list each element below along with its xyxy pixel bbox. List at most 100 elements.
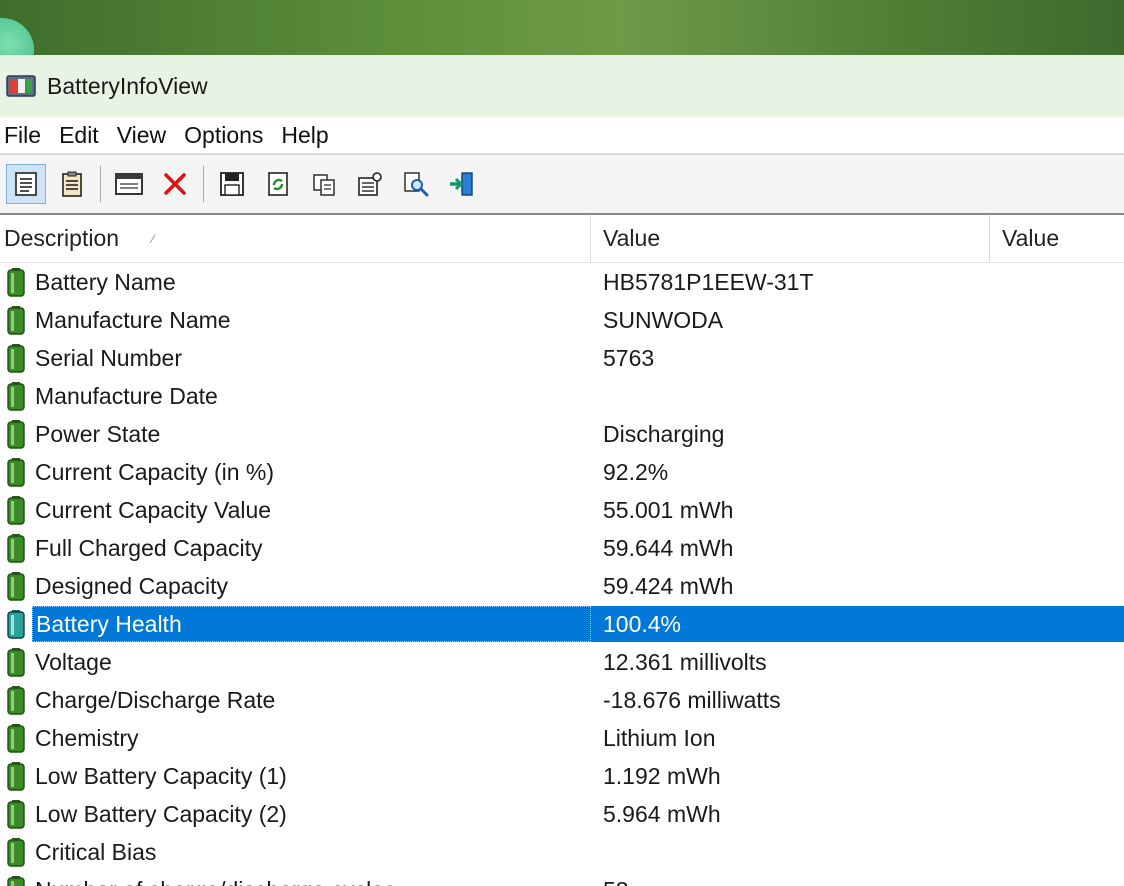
window-properties-icon xyxy=(115,173,143,195)
row-description: Manufacture Name xyxy=(35,306,231,333)
row-value: 1.192 mWh xyxy=(603,762,721,789)
menu-view[interactable]: View xyxy=(113,122,180,149)
menu-bar: File Edit View Options Help xyxy=(0,117,1124,153)
exit-button[interactable] xyxy=(442,164,482,204)
desktop-background xyxy=(0,0,1124,55)
window-properties-button[interactable] xyxy=(109,164,149,204)
properties-icon xyxy=(358,172,382,196)
row-description: Battery Health xyxy=(32,606,591,642)
battery-icon xyxy=(0,643,32,681)
delete-button[interactable] xyxy=(155,164,195,204)
table-row[interactable]: Battery Name HB5781P1EEW-31T xyxy=(0,263,1124,301)
window-title: BatteryInfoView xyxy=(47,72,208,99)
table-row[interactable]: Battery Health 100.4% xyxy=(0,605,1124,643)
row-description: Current Capacity Value xyxy=(35,496,272,523)
battery-icon xyxy=(0,833,32,871)
clipboard-report-button[interactable] xyxy=(52,164,92,204)
copy-button[interactable] xyxy=(304,164,344,204)
row-description: Low Battery Capacity (2) xyxy=(35,800,287,827)
row-value: SUNWODA xyxy=(603,306,724,333)
table-row[interactable]: Manufacture Name SUNWODA xyxy=(0,301,1124,339)
row-description: Current Capacity (in %) xyxy=(35,458,275,485)
row-description: Serial Number xyxy=(35,344,182,371)
toolbar-separator xyxy=(100,166,101,202)
refresh-icon xyxy=(268,172,288,196)
refresh-button[interactable] xyxy=(258,164,298,204)
table-row[interactable]: Manufacture Date xyxy=(0,377,1124,415)
table-row[interactable]: Number of charge/discharge cycles 53 xyxy=(0,871,1124,886)
exit-icon xyxy=(450,172,473,196)
row-description: Battery Name xyxy=(35,268,176,295)
battery-icon xyxy=(0,377,32,415)
column-header-value-2[interactable]: Value xyxy=(990,215,1124,262)
save-icon xyxy=(220,172,244,196)
row-description: Designed Capacity xyxy=(35,572,229,599)
row-value: 5763 xyxy=(603,344,655,371)
table-row[interactable]: Current Capacity Value 55.001 mWh xyxy=(0,491,1124,529)
column-header-label: Value xyxy=(603,225,661,251)
properties-button[interactable] xyxy=(350,164,390,204)
list-header: Description ⁄ Value Value xyxy=(0,215,1124,263)
table-row[interactable]: Serial Number 5763 xyxy=(0,339,1124,377)
column-header-label: Value xyxy=(1002,225,1060,251)
table-row[interactable]: Current Capacity (in %) 92.2% xyxy=(0,453,1124,491)
battery-icon xyxy=(0,567,32,605)
save-button[interactable] xyxy=(212,164,252,204)
table-row[interactable]: Chemistry Lithium Ion xyxy=(0,719,1124,757)
row-value: Discharging xyxy=(603,420,725,447)
row-value-2 xyxy=(990,606,1124,642)
column-header-description[interactable]: Description ⁄ xyxy=(0,215,591,262)
battery-icon xyxy=(0,453,32,491)
row-description: Manufacture Date xyxy=(35,382,218,409)
row-description: Low Battery Capacity (1) xyxy=(35,762,287,789)
battery-icon xyxy=(0,339,32,377)
battery-icon xyxy=(0,795,32,833)
list-body: Battery Name HB5781P1EEW-31T Manufacture… xyxy=(0,263,1124,886)
row-value: 53 xyxy=(591,877,990,886)
row-description: Power State xyxy=(35,420,161,447)
find-icon xyxy=(404,172,429,197)
column-header-value[interactable]: Value xyxy=(591,215,990,262)
table-row[interactable]: Designed Capacity 59.424 mWh xyxy=(0,567,1124,605)
row-value: 100.4% xyxy=(591,606,990,642)
row-description: Number of charge/discharge cycles xyxy=(32,877,591,886)
battery-icon xyxy=(0,757,32,795)
row-value: 5.964 mWh xyxy=(603,800,721,827)
battery-icon xyxy=(0,605,32,643)
menu-file[interactable]: File xyxy=(0,122,55,149)
menu-help[interactable]: Help xyxy=(277,122,342,149)
row-value: -18.676 milliwatts xyxy=(603,686,781,713)
row-description: Full Charged Capacity xyxy=(35,534,263,561)
battery-icon xyxy=(0,491,32,529)
table-row[interactable]: Low Battery Capacity (2) 5.964 mWh xyxy=(0,795,1124,833)
row-value: 92.2% xyxy=(603,458,669,485)
toolbar xyxy=(0,153,1124,215)
battery-icon xyxy=(0,301,32,339)
sort-indicator-icon: ⁄ xyxy=(152,232,155,246)
desktop-orb-shape xyxy=(0,18,34,55)
window-titlebar[interactable]: BatteryInfoView xyxy=(0,55,1124,117)
table-row[interactable]: Full Charged Capacity 59.644 mWh xyxy=(0,529,1124,567)
row-value: 59.644 mWh xyxy=(603,534,734,561)
menu-options[interactable]: Options xyxy=(180,122,277,149)
battery-icon xyxy=(0,871,32,886)
table-row[interactable]: Charge/Discharge Rate -18.676 milliwatts xyxy=(0,681,1124,719)
battery-icon xyxy=(0,415,32,453)
copy-icon xyxy=(313,174,335,196)
column-header-label: Description xyxy=(4,225,120,251)
delete-icon xyxy=(164,173,186,195)
report-view-button[interactable] xyxy=(6,164,46,204)
battery-icon xyxy=(0,263,32,301)
table-row[interactable]: Power State Discharging xyxy=(0,415,1124,453)
find-button[interactable] xyxy=(396,164,436,204)
battery-icon xyxy=(0,529,32,567)
row-value: 59.424 mWh xyxy=(603,572,734,599)
row-value: 55.001 mWh xyxy=(603,496,734,523)
row-value: HB5781P1EEW-31T xyxy=(603,268,814,295)
table-row[interactable]: Voltage 12.361 millivolts xyxy=(0,643,1124,681)
menu-edit[interactable]: Edit xyxy=(55,122,113,149)
table-row[interactable]: Critical Bias xyxy=(0,833,1124,871)
battery-info-list[interactable]: Description ⁄ Value Value Battery Name H… xyxy=(0,215,1124,886)
row-description: Critical Bias xyxy=(35,838,157,865)
table-row[interactable]: Low Battery Capacity (1) 1.192 mWh xyxy=(0,757,1124,795)
